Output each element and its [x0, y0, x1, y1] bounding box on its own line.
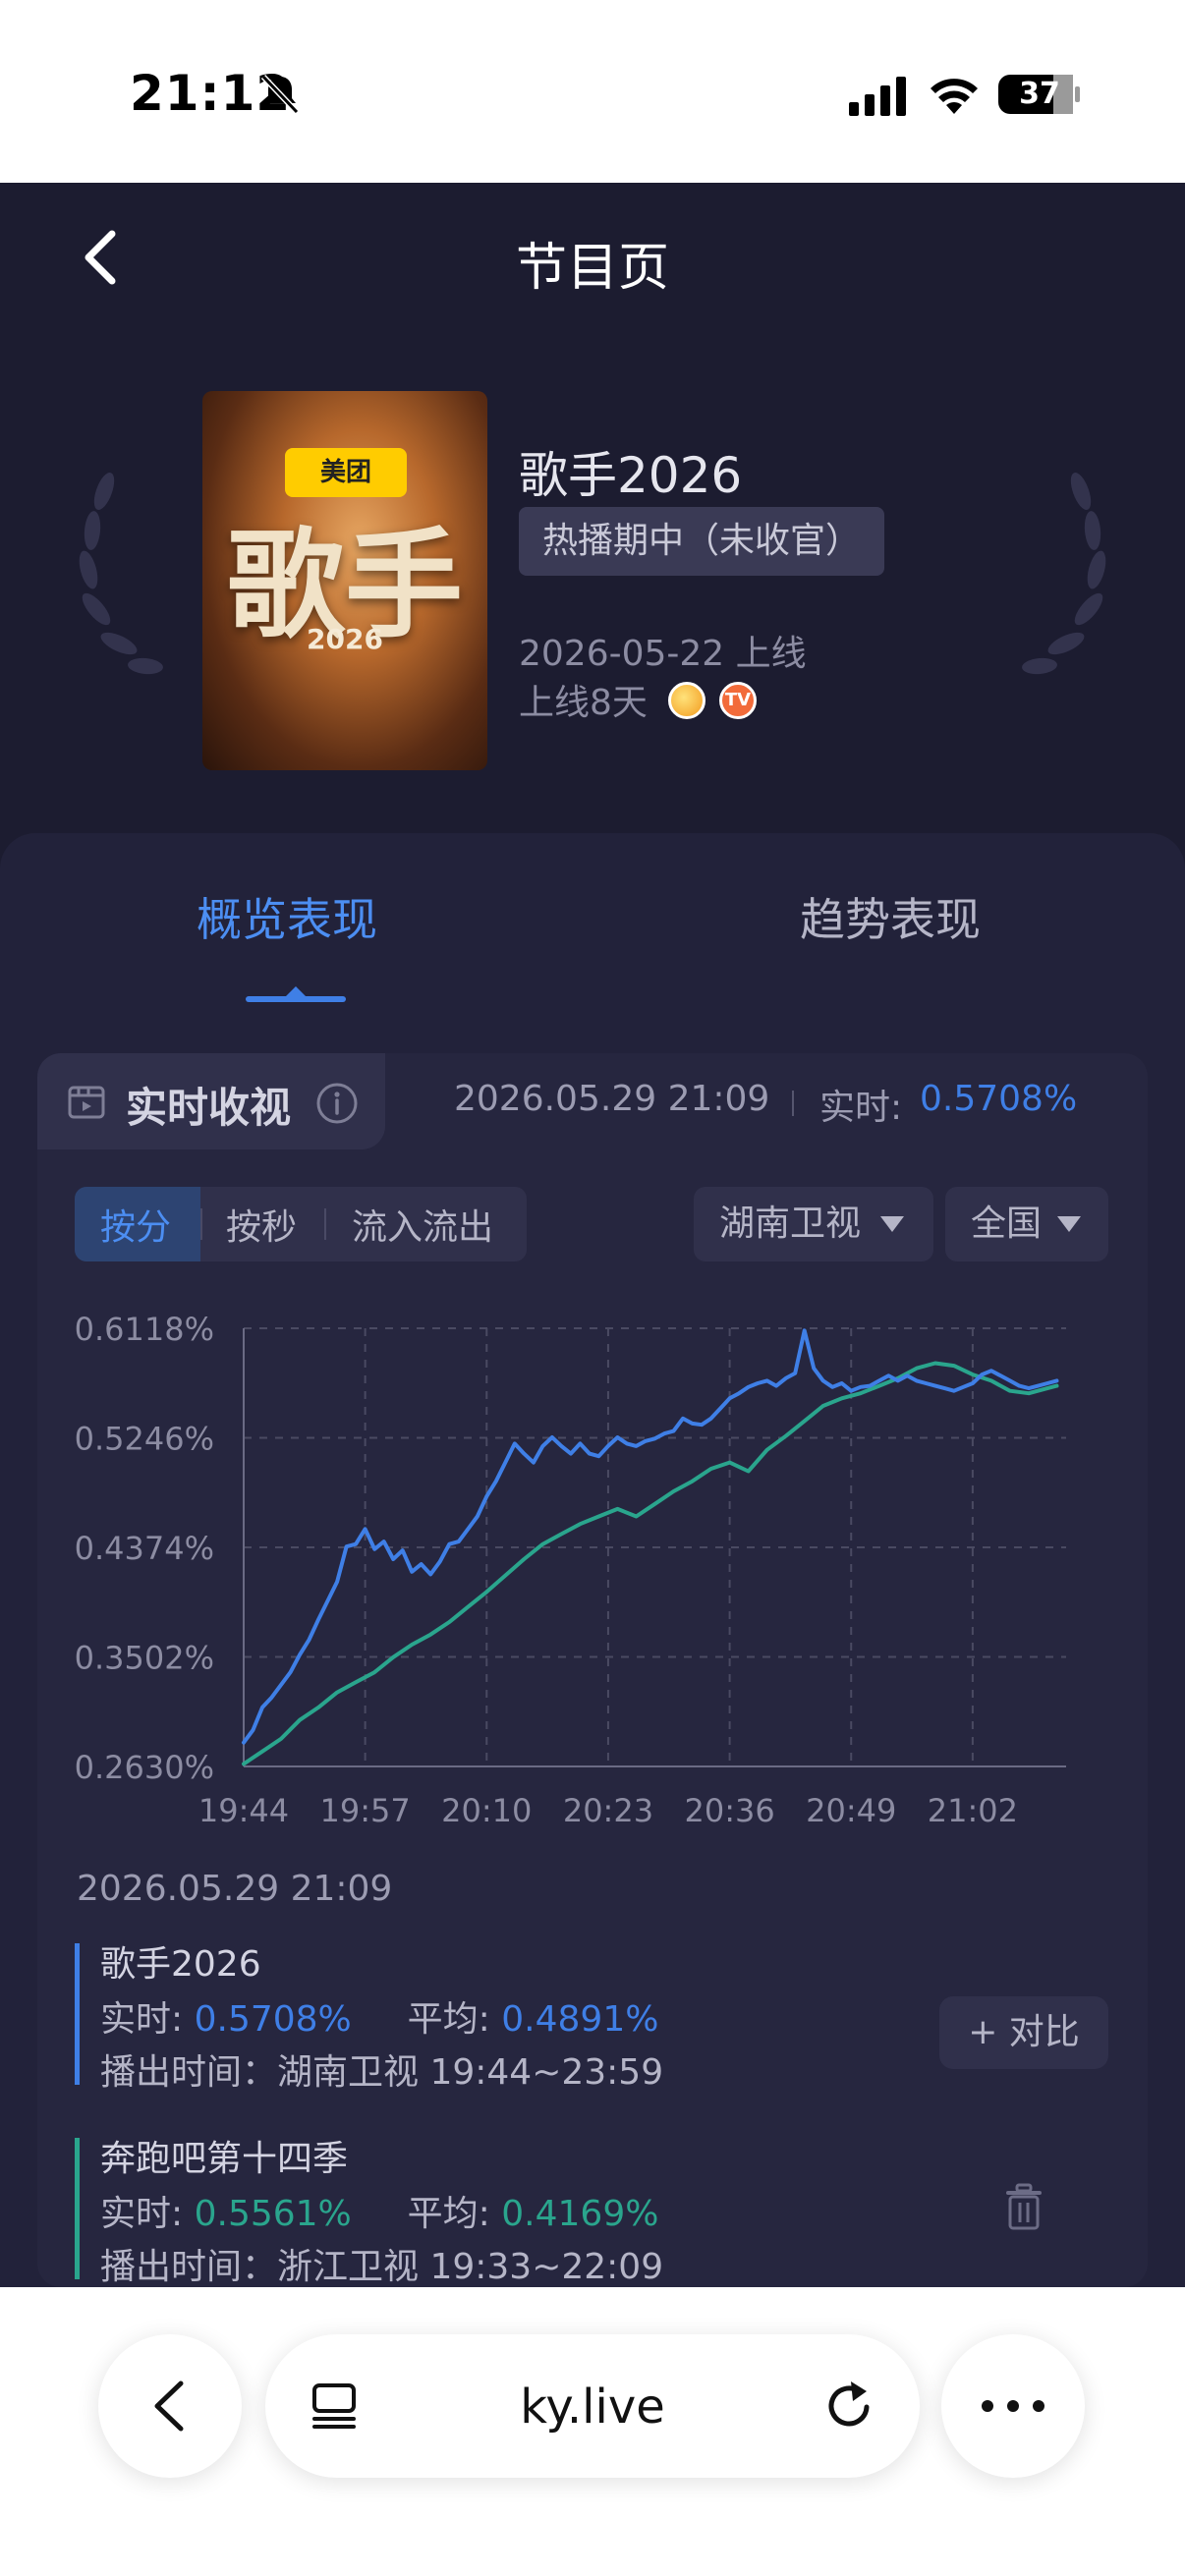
tv-calendar-icon	[68, 1086, 105, 1119]
release-date: 2026-05-22 上线	[519, 634, 807, 674]
y-tick-label: 0.4374%	[75, 1530, 214, 1567]
realtime-label: 实时:	[100, 2194, 184, 2234]
more-dots-icon	[982, 2400, 1044, 2412]
y-tick-label: 0.5246%	[75, 1421, 214, 1458]
compare-button[interactable]: + 对比	[939, 1996, 1108, 2069]
address-bar-url: ky.live	[520, 2380, 665, 2435]
divider	[792, 1091, 794, 1116]
x-tick-label: 20:23	[563, 1792, 653, 1829]
x-tick-label: 21:02	[928, 1792, 1018, 1829]
cellular-signal-icon	[849, 77, 906, 116]
y-tick-label: 0.3502%	[75, 1640, 214, 1677]
realtime-value: 0.5561%	[194, 2194, 352, 2234]
series-airtime: 播出时间：浙江卫视 19:33~22:09	[100, 2247, 664, 2287]
segment-by-minute[interactable]: 按分	[100, 1199, 171, 1250]
series-airtime: 播出时间：湖南卫视 19:44~23:59	[100, 2052, 664, 2093]
ratings-line-chart[interactable]: 0.6118% 0.5246% 0.4374% 0.3502% 0.2630% 19:44…	[0, 1277, 1185, 1847]
poster-year: 2026	[307, 623, 383, 655]
average-value: 0.4891%	[501, 1999, 659, 2040]
legend-timestamp: 2026.05.29 21:09	[77, 1869, 393, 1909]
x-tick-label: 19:57	[320, 1792, 411, 1829]
x-tick-label: 19:44	[198, 1792, 289, 1829]
page-header: 节目页	[0, 183, 1185, 330]
dropdown-triangle-icon	[1057, 1216, 1081, 1232]
region-dropdown[interactable]: 全国	[945, 1187, 1108, 1261]
average-value: 0.4169%	[501, 2194, 659, 2234]
mgtv-app-icon: TV	[719, 682, 757, 719]
series-color-bar	[75, 2138, 80, 2279]
dropdown-triangle-icon	[880, 1216, 904, 1232]
mango-tv-channel-icon	[668, 682, 705, 719]
tab-overview[interactable]: 概览表现	[197, 884, 377, 949]
laurel-right-icon	[1022, 473, 1106, 675]
y-tick-label: 0.2630%	[75, 1749, 214, 1786]
y-tick-label: 0.6118%	[75, 1311, 214, 1348]
info-icon[interactable]	[312, 1079, 362, 1128]
tab-trend[interactable]: 趋势表现	[800, 884, 981, 949]
x-tick-label: 20:10	[441, 1792, 532, 1829]
channel-dropdown[interactable]: 湖南卫视	[694, 1187, 933, 1261]
back-chevron-icon	[154, 2380, 184, 2432]
series-name: 奔跑吧第十四季	[100, 2139, 349, 2179]
show-name: 歌手2026	[519, 447, 743, 504]
series-color-bar	[75, 1943, 80, 2085]
x-tick-label: 20:36	[684, 1792, 774, 1829]
series-values: 实时: 0.5561% 平均: 0.4169%	[100, 2185, 658, 2236]
laurel-left-icon	[79, 473, 163, 675]
realtime-label: 实时收视	[126, 1084, 292, 1132]
status-badge: 热播期中（未收官）	[519, 507, 885, 576]
segment-divider	[200, 1208, 202, 1240]
tab-indicator-notch	[286, 986, 306, 996]
browser-back-button[interactable]	[98, 2334, 242, 2478]
segment-by-second[interactable]: 按秒	[226, 1199, 297, 1250]
series-values: 实时: 0.5708% 平均: 0.4891%	[100, 1990, 658, 2042]
realtime-value: 0.5708%	[194, 1999, 352, 2040]
channel-dropdown-value: 湖南卫视	[719, 1204, 862, 1244]
realtime-now-label: 实时:	[819, 1088, 903, 1128]
silent-bell-icon	[260, 74, 300, 115]
realtime-label: 实时:	[100, 1999, 184, 2040]
average-label: 平均:	[407, 2194, 490, 2234]
average-label: 平均:	[407, 1999, 490, 2040]
x-tick-label: 20:49	[806, 1792, 896, 1829]
wifi-icon	[931, 79, 978, 114]
realtime-now-value: 0.5708%	[920, 1079, 1078, 1119]
show-poster[interactable]: 美团 歌手 2026	[202, 391, 487, 770]
segment-inflow-outflow[interactable]: 流入流出	[352, 1199, 493, 1250]
page-title: 节目页	[515, 239, 669, 298]
realtime-timestamp: 2026.05.29 21:09	[454, 1079, 770, 1119]
tab-indicator	[246, 996, 346, 1002]
days-online: 上线8天	[519, 683, 648, 723]
trash-icon[interactable]	[1002, 2183, 1045, 2232]
battery-level: 37	[1019, 77, 1060, 111]
status-bar: 21:12 37	[0, 0, 1185, 183]
region-dropdown-value: 全国	[971, 1204, 1043, 1244]
series-name: 歌手2026	[100, 1944, 261, 1985]
more-options-button[interactable]	[941, 2334, 1085, 2478]
segment-divider	[324, 1208, 326, 1240]
